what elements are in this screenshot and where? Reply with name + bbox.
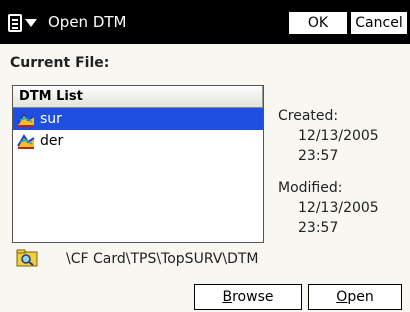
created-label: Created: [278, 108, 339, 124]
list-item-label: sur [40, 111, 62, 127]
dtm-folder-path: \CF Card\TPS\TopSURV\DTM [66, 251, 259, 267]
list-item-sur[interactable]: sur [13, 108, 263, 130]
current-file-label: Current File: [10, 55, 110, 71]
created-time: 23:57 [298, 148, 339, 164]
open-button[interactable]: Open [308, 284, 402, 310]
dtm-list[interactable]: DTM List sur der [12, 85, 264, 243]
open-label: pen [347, 289, 374, 305]
list-item-der[interactable]: der [13, 130, 263, 152]
dtm-surface-icon [17, 134, 35, 149]
modified-date: 12/13/2005 [298, 200, 379, 216]
list-item-label: der [40, 133, 64, 149]
created-date: 12/13/2005 [298, 128, 379, 144]
browse-accel: B [222, 289, 233, 305]
modified-info: Modified: 12/13/2005 23:57 [278, 178, 379, 238]
start-menu-button[interactable] [8, 12, 38, 34]
dtm-surface-icon [17, 112, 35, 127]
open-accel: O [336, 289, 348, 305]
menu-grid-icon [8, 14, 22, 32]
modified-time: 23:57 [298, 220, 339, 236]
browse-label: rowse [232, 289, 274, 305]
window-title: Open DTM [48, 13, 127, 31]
title-bar: Open DTM OK Cancel [0, 0, 410, 44]
modified-label: Modified: [278, 180, 343, 196]
created-info: Created: 12/13/2005 23:57 [278, 106, 379, 166]
cancel-button[interactable]: Cancel [350, 11, 408, 35]
folder-search-icon [16, 249, 38, 267]
dtm-list-header[interactable]: DTM List [13, 86, 263, 108]
browse-button[interactable]: Browse [194, 284, 302, 310]
ok-button[interactable]: OK [288, 11, 348, 35]
chevron-down-icon [25, 19, 37, 27]
